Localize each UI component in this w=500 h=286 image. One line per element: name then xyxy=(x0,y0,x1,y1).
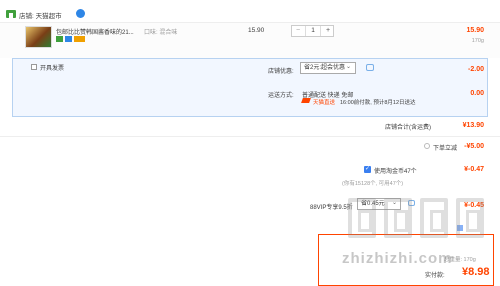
qty-plus-button[interactable]: + xyxy=(322,26,334,36)
shipping-fee: 0.00 xyxy=(470,90,484,97)
item-title[interactable]: 包邮比比赞韩国酱香味的21... xyxy=(56,27,141,36)
checkbox-icon xyxy=(457,225,463,231)
product-thumbnail[interactable] xyxy=(25,26,52,48)
coin-value: ¥-0.47 xyxy=(464,166,484,173)
coin-note: (你有15128个, 可用47个) xyxy=(342,181,404,187)
instant-discount-value: -¥5.00 xyxy=(464,143,484,150)
shipping-eta: 16:00前付款, 预计8月12日送达 xyxy=(340,100,416,106)
invoice-checkbox[interactable] xyxy=(31,64,37,70)
item-weight: 170g xyxy=(471,38,484,44)
shop-promo-amount: -2.00 xyxy=(468,66,484,73)
tag-seven-day-icon xyxy=(56,36,63,42)
tag-promo-icon xyxy=(74,36,85,42)
shop-header xyxy=(0,0,500,22)
shop-total-label: 店铺合计(含运费) xyxy=(385,125,431,131)
check-circle-icon xyxy=(424,143,430,149)
shop-badge-icon xyxy=(76,9,85,18)
order-options-panel xyxy=(12,58,488,117)
summary-weight: 总重量: 170g xyxy=(444,257,476,263)
item-subtotal: 15.90 xyxy=(466,27,484,34)
invoice-label[interactable]: 开具发票 xyxy=(40,63,64,72)
shipping-brand: 天猫直送 xyxy=(313,100,336,106)
qty-minus-button[interactable]: − xyxy=(292,26,304,36)
shop-name[interactable]: 店铺: 天猫超市 xyxy=(19,10,62,20)
info-icon[interactable] xyxy=(366,64,374,71)
shop-promo-label: 店铺优惠: xyxy=(268,69,294,75)
info-icon[interactable] xyxy=(408,200,415,206)
shipping-label: 运送方式: xyxy=(268,93,294,99)
item-spec: 口味: 混合味 xyxy=(144,30,178,36)
vip-discount-label: 88VIP专享9.5折 xyxy=(310,205,353,211)
shop-icon xyxy=(6,10,16,18)
shop-total-value: ¥13.90 xyxy=(462,122,484,129)
summary-paid-value: ¥8.98 xyxy=(462,266,490,278)
summary-paid-label: 实付款: xyxy=(425,273,445,279)
coin-label[interactable]: 使用淘金币47个 xyxy=(374,166,417,175)
unit-price: 15.90 xyxy=(248,27,265,34)
check-icon: ✓ xyxy=(365,166,371,172)
chevron-down-icon: ⌄ xyxy=(392,200,398,206)
vip-discount-value: ¥-0.45 xyxy=(464,202,484,209)
tag-guarantee-icon xyxy=(65,36,72,42)
qty-input[interactable]: 1 xyxy=(305,26,321,36)
chevron-down-icon: ⌄ xyxy=(346,64,352,70)
